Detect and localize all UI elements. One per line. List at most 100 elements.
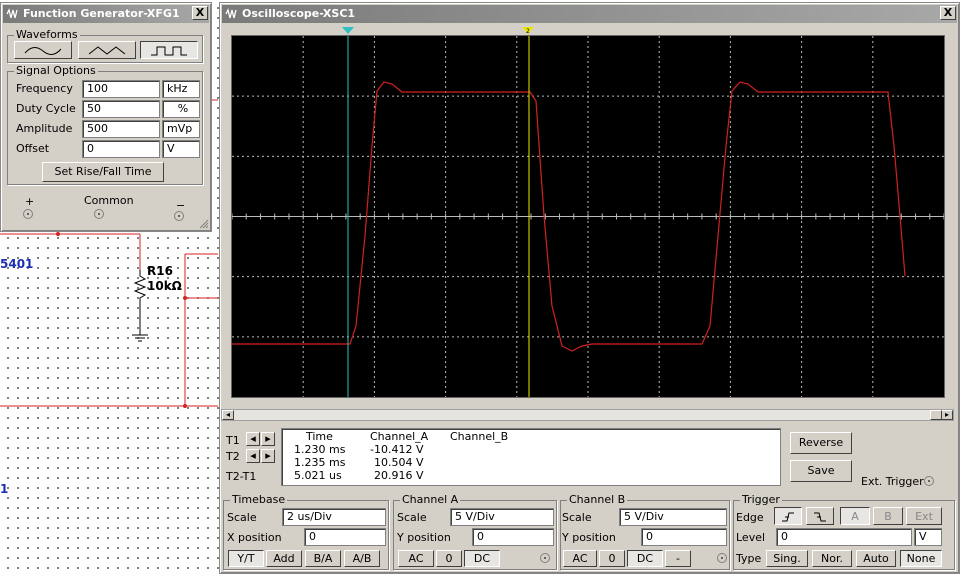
channel-b-group-label: Channel B — [567, 493, 628, 506]
ext-trigger-terminal[interactable] — [924, 476, 934, 486]
channel-a-y-position-input[interactable]: 0 — [472, 528, 554, 546]
channel-a-y-position-label: Y position — [397, 531, 451, 544]
channel-a-group: Channel A Scale 5 V/Div Y position 0 AC … — [393, 493, 557, 570]
readout-header-channel-b: Channel_B — [450, 430, 509, 443]
channel-a-dc-button[interactable]: DC — [464, 550, 500, 567]
scroll-left-button[interactable]: ◂ — [222, 410, 234, 420]
signal-options-group: Signal Options Frequency 100 kHz Duty Cy… — [7, 64, 203, 185]
negative-terminal[interactable] — [174, 211, 184, 221]
scroll-thumb[interactable] — [930, 410, 942, 420]
trigger-source-a-button[interactable]: A — [840, 507, 870, 525]
falling-edge-button[interactable] — [806, 507, 834, 525]
triangle-wave-icon — [88, 46, 126, 55]
resize-grip-icon[interactable] — [199, 219, 209, 229]
function-generator-window: Function Generator-XFG1 X Waveforms Sign… — [0, 2, 212, 232]
t1-right-button[interactable]: ▸ — [261, 432, 275, 446]
frequency-unit-select[interactable]: kHz — [162, 80, 200, 98]
common-terminal-label: Common — [84, 194, 134, 207]
t1-left-button[interactable]: ◂ — [246, 432, 260, 446]
x-position-label: X position — [227, 531, 282, 544]
channel-b-scale-input[interactable]: 5 V/Div — [619, 508, 727, 526]
save-button[interactable]: Save — [790, 460, 852, 482]
scope-grid — [232, 36, 944, 397]
close-button[interactable]: X — [192, 6, 208, 20]
rising-edge-icon — [782, 512, 794, 522]
resistor-value[interactable]: 10kΩ — [147, 279, 182, 293]
offset-input[interactable]: 0 — [82, 140, 160, 158]
amplitude-label: Amplitude — [16, 122, 73, 135]
frequency-label: Frequency — [16, 82, 73, 95]
ab-mode-button[interactable]: A/B — [344, 550, 380, 567]
horizontal-scrollbar[interactable]: ◂ ▸ — [221, 409, 954, 421]
reverse-button[interactable]: Reverse — [790, 432, 852, 454]
offset-unit-select[interactable]: V — [162, 140, 200, 158]
yt-mode-button[interactable]: Y/T — [228, 550, 264, 567]
multisim-app-icon — [225, 8, 237, 19]
channel-a-scale-label: Scale — [397, 511, 427, 524]
readout-header-channel-a: Channel_A — [370, 430, 429, 443]
trigger-auto-button[interactable]: Auto — [856, 550, 896, 567]
ba-mode-button[interactable]: B/A — [305, 550, 341, 567]
set-rise-fall-time-button[interactable]: Set Rise/Fall Time — [42, 162, 164, 182]
channel-b-terminal[interactable] — [717, 553, 727, 563]
timebase-group: Timebase Scale 2 us/Div X position 0 Y/T… — [223, 493, 389, 570]
trigger-level-input[interactable]: 0 — [776, 528, 912, 546]
channel-b-dc-button[interactable]: DC — [627, 550, 663, 567]
readout-t1-time: 1.230 ms — [294, 443, 346, 456]
cursor-t1-handle-icon[interactable] — [342, 27, 354, 35]
triangle-waveform-button[interactable] — [78, 41, 136, 59]
square-wave-icon — [151, 46, 187, 56]
cursor-t2-handle-icon[interactable]: 2 — [522, 27, 534, 35]
close-icon: X — [195, 6, 205, 19]
channel-b-y-position-input[interactable]: 0 — [641, 528, 727, 546]
trigger-none-button[interactable]: None — [900, 550, 942, 567]
oscilloscope-titlebar[interactable]: Oscilloscope-XSC1 — [222, 5, 957, 23]
scope-display[interactable] — [231, 35, 945, 398]
channel-a-ac-button[interactable]: AC — [398, 550, 434, 567]
trigger-source-b-button[interactable]: B — [873, 507, 903, 525]
timebase-scale-input[interactable]: 2 us/Div — [282, 508, 386, 526]
frequency-input[interactable]: 100 — [82, 80, 160, 98]
readout-header-time: Time — [306, 430, 333, 443]
waveforms-group-label: Waveforms — [14, 28, 80, 41]
channel-a-zero-button[interactable]: 0 — [436, 550, 462, 567]
channel-a-terminal[interactable] — [540, 553, 550, 563]
trigger-normal-button[interactable]: Nor. — [812, 550, 852, 567]
readout-t2-time: 1.235 ms — [294, 456, 346, 469]
readout-t1-channel-a: -10.412 V — [370, 443, 424, 456]
t2-left-button[interactable]: ◂ — [246, 449, 260, 463]
channel-a-group-label: Channel A — [400, 493, 461, 506]
positive-terminal[interactable] — [23, 209, 33, 219]
t1-label: T1 — [226, 434, 240, 447]
t2-label: T2 — [226, 450, 240, 463]
duty-cycle-unit-select[interactable]: % — [162, 100, 200, 118]
x-position-input[interactable]: 0 — [304, 528, 386, 546]
trigger-single-button[interactable]: Sing. — [766, 550, 808, 567]
add-mode-button[interactable]: Add — [266, 550, 302, 567]
waveforms-group: Waveforms — [7, 28, 203, 63]
close-icon: X — [943, 6, 953, 19]
trigger-source-ext-button[interactable]: Ext — [906, 507, 942, 525]
close-button[interactable]: X — [940, 6, 956, 20]
rising-edge-button[interactable] — [774, 507, 802, 525]
duty-cycle-input[interactable]: 50 — [82, 100, 160, 118]
channel-b-ac-button[interactable]: AC — [563, 550, 597, 567]
common-terminal[interactable] — [94, 209, 104, 219]
channel-b-invert-button[interactable]: - — [665, 550, 691, 567]
trigger-level-unit-select[interactable]: V — [914, 528, 942, 546]
channel-b-zero-button[interactable]: 0 — [599, 550, 625, 567]
signal-options-group-label: Signal Options — [14, 64, 98, 77]
scroll-right-button[interactable]: ▸ — [941, 410, 953, 420]
amplitude-unit-select[interactable]: mVp — [162, 120, 200, 138]
resistor-name[interactable]: R16 — [147, 264, 173, 278]
amplitude-input[interactable]: 500 — [82, 120, 160, 138]
oscilloscope-title: Oscilloscope-XSC1 — [242, 7, 356, 20]
positive-terminal-label: + — [25, 195, 35, 208]
square-waveform-button[interactable] — [140, 41, 198, 59]
channel-a-scale-input[interactable]: 5 V/Div — [450, 508, 554, 526]
function-generator-titlebar[interactable]: Function Generator-XFG1 — [3, 5, 209, 23]
t2-t1-label: T2-T1 — [226, 470, 257, 483]
t2-right-button[interactable]: ▸ — [261, 449, 275, 463]
duty-cycle-label: Duty Cycle — [16, 102, 76, 115]
sine-waveform-button[interactable] — [14, 41, 72, 59]
